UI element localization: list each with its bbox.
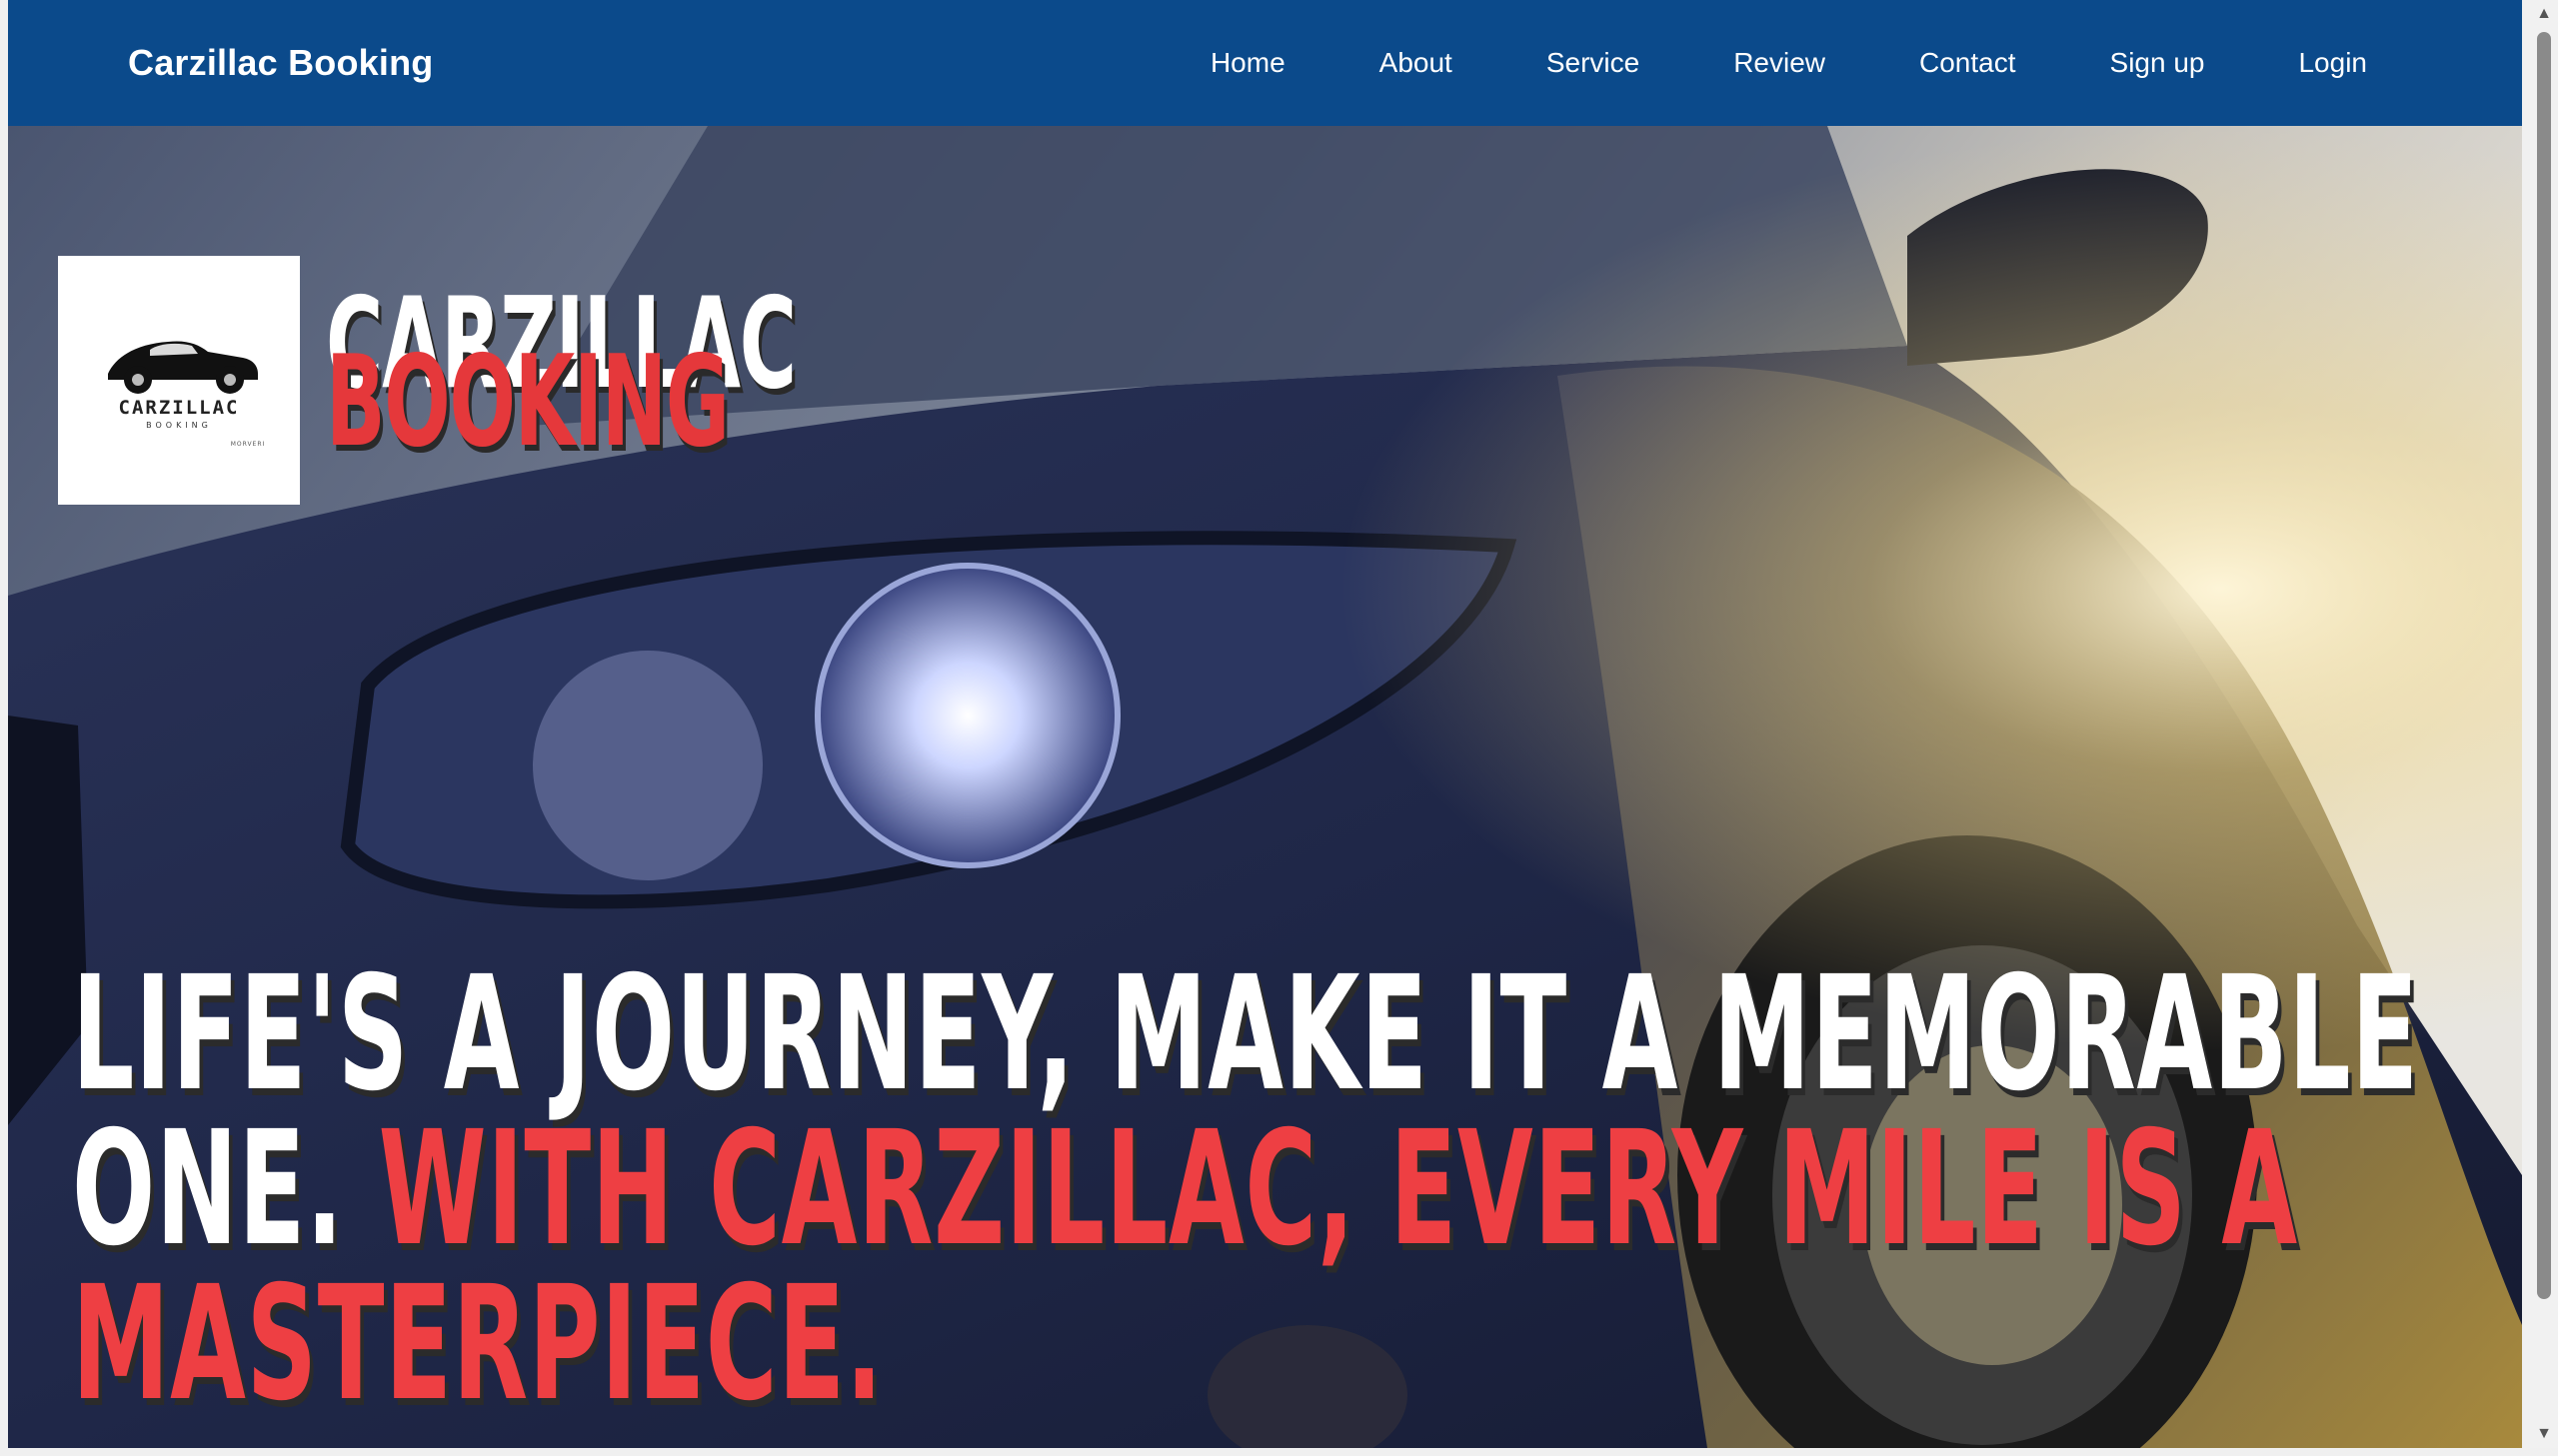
nav-links: Home About Service Review Contact Sign u…	[1164, 0, 2414, 126]
logo-signature: MORVERI	[231, 441, 266, 448]
logo-image[interactable]: CARZILLAC BOOKING MORVERI	[58, 256, 300, 505]
nav-link-sign-up[interactable]: Sign up	[2063, 47, 2252, 79]
tagline-line-1: LIFE'S A JOURNEY, MAKE IT A MEMORABLE	[72, 955, 2522, 1113]
nav-link-login[interactable]: Login	[2251, 47, 2414, 79]
logo-sub: BOOKING	[146, 421, 212, 430]
vertical-scrollbar[interactable]: ▲ ▼	[2530, 0, 2558, 1448]
nav-link-home[interactable]: Home	[1164, 47, 1332, 79]
chevron-down-icon[interactable]: ▼	[2530, 1420, 2558, 1448]
browser-viewport: Carzillac Booking Home About Service Rev…	[8, 0, 2522, 1448]
hero-tagline: LIFE'S A JOURNEY, MAKE IT A MEMORABLE ON…	[72, 955, 2522, 1423]
chevron-up-icon[interactable]: ▲	[2530, 0, 2558, 28]
nav-link-about[interactable]: About	[1332, 47, 1499, 79]
tagline-red-2: MASTERPIECE.	[72, 1252, 884, 1436]
top-navbar: Carzillac Booking Home About Service Rev…	[8, 0, 2522, 126]
logo-title-line2: BOOKING	[326, 327, 730, 475]
hero-section: CARZILLAC BOOKING MORVERI CARZILLAC BOOK…	[8, 126, 2522, 1448]
brand-name[interactable]: Carzillac Booking	[128, 0, 433, 126]
scrollbar-thumb[interactable]	[2537, 32, 2551, 1299]
nav-link-service[interactable]: Service	[1499, 47, 1686, 79]
window-bottom-edge	[0, 1448, 2558, 1456]
hero-logo-title: CARZILLAC BOOKING	[326, 281, 797, 475]
logo-wordmark: CARZILLAC	[119, 397, 240, 419]
nav-link-contact[interactable]: Contact	[1872, 47, 2063, 79]
tagline-line-3: MASTERPIECE.	[72, 1265, 2522, 1423]
nav-link-review[interactable]: Review	[1686, 47, 1872, 79]
logo-car-icon: CARZILLAC BOOKING MORVERI	[108, 341, 266, 448]
tagline-line-2: ONE. WITH CARZILLAC, EVERY MILE IS A	[72, 1110, 2522, 1268]
